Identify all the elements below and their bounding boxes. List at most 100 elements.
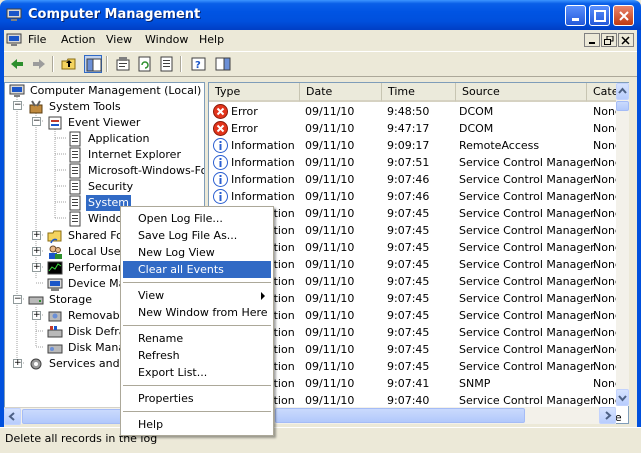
window-title: Computer Management [28, 7, 201, 22]
menu-item-save-log-file-as[interactable]: Save Log File As... [123, 227, 271, 244]
export-list-icon[interactable] [158, 55, 176, 73]
cell-time: 9:07:45 [387, 360, 430, 373]
column-header-type[interactable]: Type [209, 83, 300, 102]
expand-toggle[interactable]: + [32, 263, 41, 272]
cell-date: 09/11/10 [305, 190, 355, 203]
cell-source: DCOM [459, 122, 494, 135]
log-icon [67, 179, 83, 195]
menu-item-view[interactable]: View [123, 287, 271, 304]
up-folder-icon[interactable] [60, 55, 78, 73]
column-header-date[interactable]: Date [300, 83, 382, 102]
minimize-button[interactable] [565, 5, 586, 26]
cell-source: RemoteAccess [459, 139, 540, 152]
collapse-toggle[interactable]: − [13, 295, 22, 304]
scroll-thumb[interactable] [616, 101, 629, 111]
table-row[interactable]: Information 09/11/10 9:07:46 Service Contro… [209, 171, 628, 188]
cell-date: 09/11/10 [305, 326, 355, 339]
expand-toggle[interactable]: + [32, 231, 41, 240]
cell-time: 9:07:45 [387, 292, 430, 305]
expand-toggle[interactable]: + [13, 359, 22, 368]
maximize-button[interactable] [589, 5, 610, 26]
cell-source: SNMP [459, 377, 491, 390]
error-icon [213, 121, 228, 136]
title-bar[interactable]: Computer Management [0, 0, 641, 30]
menu-item-new-log-view[interactable]: New Log View [123, 244, 271, 261]
table-row[interactable]: Error 09/11/10 9:47:17 DCOM None [209, 120, 628, 137]
information-icon [213, 138, 228, 153]
menu-help[interactable]: Help [199, 33, 224, 46]
table-row[interactable]: Error 09/11/10 9:48:50 DCOM None [209, 103, 628, 120]
list-vertical-scrollbar[interactable] [616, 83, 629, 406]
system-menu-icon[interactable] [6, 32, 22, 48]
menu-file[interactable]: File [28, 33, 46, 46]
cell-time: 9:07:45 [387, 326, 430, 339]
scroll-left-button[interactable] [4, 408, 21, 425]
help-icon[interactable]: ? [190, 55, 208, 73]
log-icon [67, 163, 83, 179]
expand-toggle[interactable]: + [32, 311, 41, 320]
table-row[interactable]: Information 09/11/10 9:09:17 RemoteAccess No… [209, 137, 628, 154]
toolbar-separator [106, 56, 108, 72]
menu-item-open-log-file[interactable]: Open Log File... [123, 210, 271, 227]
disk-management-icon [47, 340, 63, 356]
cell-source: DCOM [459, 105, 494, 118]
table-row[interactable]: Information 09/11/10 9:07:46 Service Contro… [209, 188, 628, 205]
toolbar-separator [180, 56, 182, 72]
information-icon [213, 172, 228, 187]
refresh-icon[interactable] [136, 55, 154, 73]
scroll-thumb[interactable] [22, 409, 132, 424]
expand-toggle[interactable]: + [32, 247, 41, 256]
cell-date: 09/11/10 [305, 156, 355, 169]
properties-icon[interactable] [114, 55, 132, 73]
menu-item-rename[interactable]: Rename [123, 330, 271, 347]
table-row[interactable]: Information 09/11/10 9:07:51 Service Contro… [209, 154, 628, 171]
menu-item-export-list[interactable]: Export List... [123, 364, 271, 381]
cell-time: 9:07:45 [387, 207, 430, 220]
cell-time: 9:07:46 [387, 190, 430, 203]
menu-item-refresh[interactable]: Refresh [123, 347, 271, 364]
menu-view[interactable]: View [106, 33, 132, 46]
local-users-icon [47, 244, 63, 260]
cell-type: Information [231, 190, 295, 203]
menu-item-help[interactable]: Help [123, 416, 271, 433]
tree-item-label: Event Viewer [68, 116, 141, 129]
console-view-icon[interactable] [214, 55, 232, 73]
cell-source: Service Control Manager [459, 258, 595, 271]
cell-date: 09/11/10 [305, 377, 355, 390]
menu-window[interactable]: Window [145, 33, 188, 46]
show-hide-tree-icon[interactable] [84, 55, 102, 73]
context-menu: Open Log File... Save Log File As... New… [120, 206, 274, 436]
menu-item-properties[interactable]: Properties [123, 390, 271, 407]
computer-management-app-icon[interactable] [6, 7, 22, 23]
back-arrow-icon[interactable] [8, 55, 26, 73]
information-icon [213, 189, 228, 204]
scroll-up-button[interactable] [616, 83, 629, 100]
tree-item-label: Performan [68, 261, 125, 274]
scroll-thumb[interactable] [275, 408, 525, 423]
menu-bar: File Action View Window Help [4, 30, 637, 50]
collapse-toggle[interactable]: − [13, 101, 22, 110]
menu-item-new-window-from-here[interactable]: New Window from Here [123, 304, 271, 321]
mdi-close-button[interactable] [618, 33, 634, 47]
event-viewer-icon [47, 115, 63, 131]
menu-action[interactable]: Action [61, 33, 95, 46]
mdi-restore-button[interactable] [601, 33, 617, 47]
menu-item-clear-all-events[interactable]: Clear all Events [123, 261, 271, 278]
cell-source: Service Control Manager [459, 190, 595, 203]
mdi-minimize-button[interactable] [584, 33, 600, 47]
collapse-toggle[interactable]: − [32, 117, 41, 126]
forward-arrow-icon[interactable] [30, 55, 48, 73]
column-header-source[interactable]: Source [456, 83, 587, 102]
cell-time: 9:48:50 [387, 105, 430, 118]
log-icon [67, 147, 83, 163]
close-button[interactable] [613, 5, 634, 26]
cell-source: Service Control Manager [459, 275, 595, 288]
tree-item-label: Security [88, 180, 134, 193]
cell-source: Service Control Manager [459, 156, 595, 169]
scroll-down-button[interactable] [616, 389, 629, 406]
tree-item-label: System Tools [49, 100, 121, 113]
column-header-time[interactable]: Time [382, 83, 456, 102]
scroll-right-button[interactable] [599, 407, 616, 424]
tree-item-label: Storage [49, 293, 93, 306]
cell-time: 9:07:45 [387, 258, 430, 271]
